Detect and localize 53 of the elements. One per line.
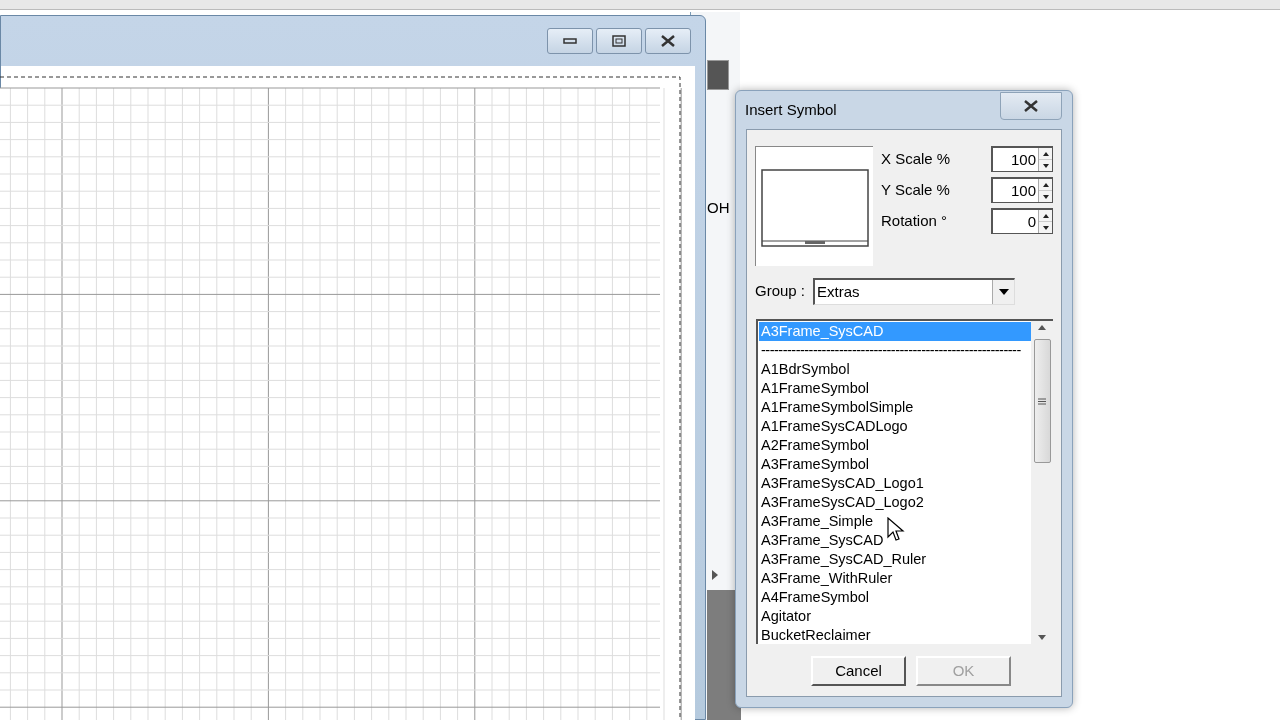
spin-buttons[interactable]: [1038, 210, 1052, 233]
list-item[interactable]: A3Frame_SysCAD: [759, 531, 1031, 550]
dialog-button[interactable]: Cancel: [811, 656, 906, 686]
up-arrow-icon: [1042, 151, 1049, 156]
close-icon: [1023, 100, 1039, 112]
window-text: OH: [707, 198, 730, 218]
spin-buttons[interactable]: [1038, 179, 1052, 202]
field-label: Y Scale %: [881, 179, 950, 200]
minimize-icon: [563, 37, 577, 45]
up-arrow-icon: [1042, 213, 1049, 218]
list-item[interactable]: A1BdrSymbol: [759, 360, 1031, 379]
scroll-right-icon: [712, 570, 718, 580]
up-arrow-icon: [1042, 182, 1049, 187]
list-item[interactable]: A1FrameSymbol: [759, 379, 1031, 398]
group-dropdown[interactable]: Extras: [813, 278, 1016, 305]
group-label: Group :: [755, 281, 806, 302]
close-button[interactable]: [1000, 92, 1062, 120]
maximize-icon: [612, 35, 626, 47]
list-item[interactable]: A3FrameSysCAD_Logo1: [759, 474, 1031, 493]
field-label: X Scale %: [881, 148, 951, 169]
down-arrow-icon: [1042, 225, 1049, 230]
list-item[interactable]: A3FrameSysCAD_Logo2: [759, 493, 1031, 512]
dialog-title: Insert Symbol: [745, 99, 837, 120]
spin-buttons[interactable]: [1038, 148, 1052, 171]
down-arrow-icon: [1042, 163, 1049, 168]
list-item[interactable]: A4FrameSymbol: [759, 588, 1031, 607]
cursor-icon: [887, 517, 905, 543]
spin-field[interactable]: 100: [991, 146, 1053, 172]
spin-field[interactable]: 100: [991, 177, 1053, 203]
scroll-up-icon: [1038, 325, 1046, 330]
window-edge: [707, 60, 729, 90]
list-item[interactable]: A3Frame_Simple: [759, 512, 1031, 531]
close-icon: [660, 35, 676, 47]
down-arrow-icon: [1042, 194, 1049, 199]
field-label: Rotation °: [881, 210, 948, 231]
list-item[interactable]: A1FrameSymbolSimple: [759, 398, 1031, 417]
grip-icon: [1038, 397, 1046, 405]
list-item[interactable]: A3FrameSymbol: [759, 455, 1031, 474]
list-item[interactable]: A3Frame_SysCAD_Ruler: [759, 550, 1031, 569]
frame-symbol-icon: [760, 169, 869, 247]
separator-item: ------------------------------------------------------------: [760, 341, 1022, 360]
close-button[interactable]: [645, 28, 691, 54]
dropdown-arrow-icon: [998, 289, 1009, 295]
scroll-down-icon: [1038, 635, 1046, 640]
scroll-thumb[interactable]: [1033, 339, 1051, 463]
spin-field[interactable]: 0: [991, 208, 1053, 234]
maximize-button[interactable]: [596, 28, 642, 54]
list-item[interactable]: Agitator: [759, 607, 1031, 626]
list-item[interactable]: A3Frame_WithRuler: [759, 569, 1031, 588]
list-item[interactable]: BucketReclaimer: [759, 626, 1031, 644]
list-item[interactable]: A2FrameSymbol: [759, 436, 1031, 455]
list-item[interactable]: A1FrameSysCADLogo: [759, 417, 1031, 436]
minimize-button[interactable]: [547, 28, 593, 54]
